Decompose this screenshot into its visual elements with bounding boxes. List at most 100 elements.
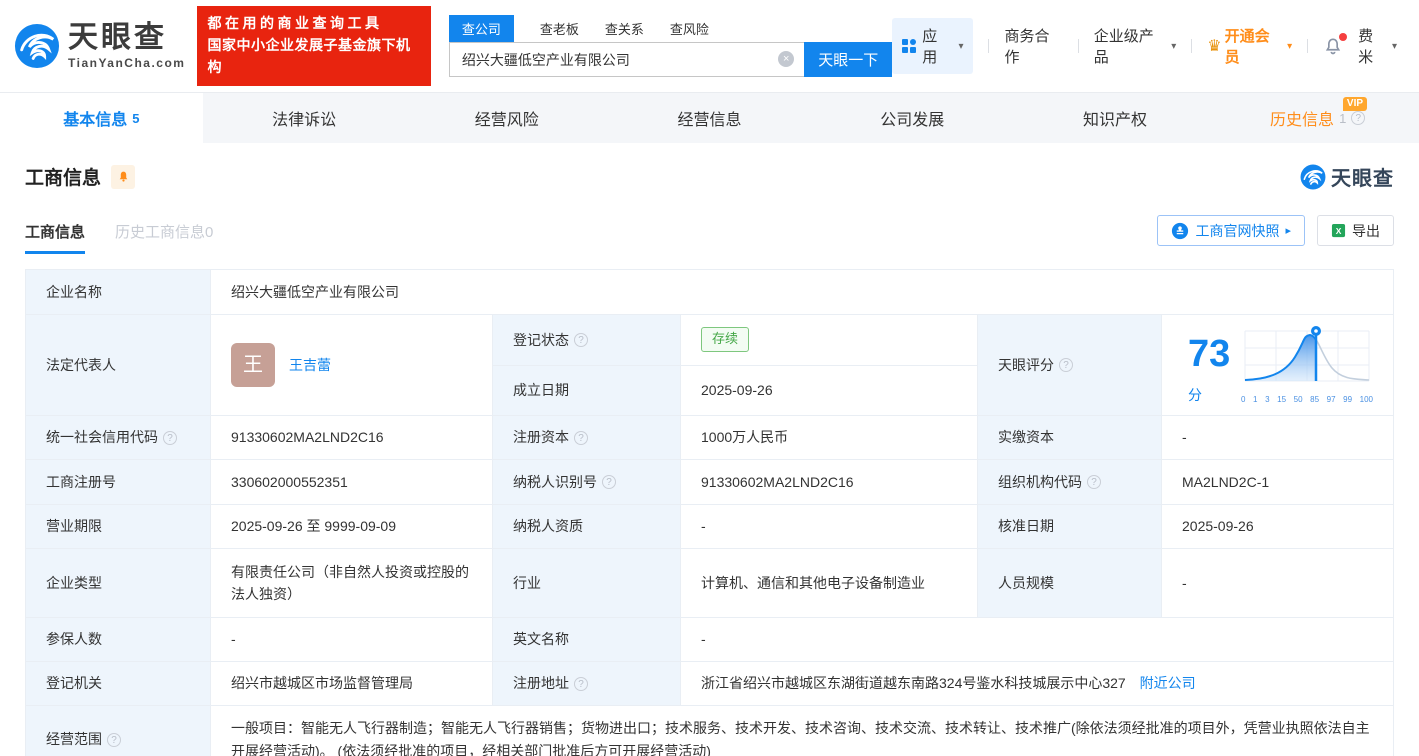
label-text: 登记状态 [513,331,569,348]
tab-label: 基本信息 [63,112,128,129]
help-icon[interactable]: ? [602,475,616,490]
tab-label: 公司发展 [880,112,945,129]
reg-status-value: 存续 [680,314,978,366]
search-button[interactable]: 天眼一下 [804,42,893,77]
tianyancha-logo[interactable]: 天眼查 TianYanCha.com [14,23,185,69]
apps-grid-icon [902,39,917,53]
tab-label: 历史信息 [1270,112,1335,129]
stamp-icon [1172,222,1189,239]
legal-rep-link[interactable]: 王吉蕾 [289,354,331,376]
username: 费米 [1358,28,1374,66]
header-nav: 应用 ▾ 商务合作 企业级产品 ▾ ♛ 开通会员 ▾ 费米 ▾ [892,18,1397,74]
tab-label: 经营风险 [474,112,539,129]
staff-size-value: - [1161,548,1394,619]
help-icon[interactable]: ? [574,332,588,347]
apps-menu[interactable]: 应用 ▾ [892,18,974,74]
apps-label: 应用 [922,28,938,66]
nav-enterprise-label: 企业级产品 [1093,28,1154,66]
official-snapshot-button[interactable]: 工商官网快照 ▸ [1157,215,1305,246]
insured-value: - [210,617,493,663]
tab-history-info[interactable]: VIP 历史信息 1 ? [1216,93,1419,143]
score-distribution-chart: 0 1 3 15 50 85 97 99 100 [1241,323,1373,407]
tianyancha-logo-icon [14,23,60,69]
search-input[interactable] [448,42,805,77]
paid-capital-label: 实缴资本 [977,415,1162,461]
tab-basic-info[interactable]: 基本信息 5 [0,93,203,143]
subtab-row: 工商信息 历史工商信息0 工商官网快照 ▸ X 导出 [25,215,1394,254]
reg-capital-value: 1000万人民币 [680,415,978,461]
tab-intellectual-property[interactable]: 知识产权 [1014,93,1217,143]
arrow-right-icon: ▸ [1285,225,1291,237]
reg-capital-label: 注册资本? [492,415,681,461]
subtab-history-business-info[interactable]: 历史工商信息0 [115,221,213,254]
table-row: 参保人数 - 英文名称 - [25,617,1394,663]
search-tabs: 查公司 查老板 查关系 查风险 [448,15,892,42]
company-tabbar: 基本信息 5 法律诉讼 经营风险 经营信息 公司发展 知识产权 VIP 历史信息… [0,92,1419,143]
score-cell: 73分 0 1 3 15 50 85 97 99 100 [1161,313,1394,417]
table-row: 统一社会信用代码? 91330602MA2LND2C16 注册资本? 1000万… [25,415,1394,461]
notification-dot [1339,33,1348,41]
reg-authority-label: 登记机关 [25,661,211,707]
label-text: 纳税人识别号 [513,473,597,490]
legal-rep-avatar[interactable]: 王 [231,343,275,388]
table-row: 法定代表人 王 王吉蕾 登记状态? 存续 天眼评分? 73分 0 1 3 15 … [25,313,1394,417]
score-value: 73分 [1188,332,1231,404]
search-area: 查公司 查老板 查关系 查风险 × 天眼一下 [448,15,893,77]
search-tab-boss[interactable]: 查老板 [540,15,579,42]
divider [988,39,990,53]
tab-legal-litigation[interactable]: 法律诉讼 [203,93,406,143]
nav-cooperation[interactable]: 商务合作 [1004,25,1062,67]
search-tab-relation[interactable]: 查关系 [605,15,644,42]
user-menu[interactable]: 费米 ▾ [1358,25,1397,67]
logo-brand-text: 天眼查 [68,21,167,54]
help-icon[interactable]: ? [574,430,588,445]
help-icon[interactable]: ? [1087,475,1101,490]
industry-value: 计算机、通信和其他电子设备制造业 [680,548,978,619]
business-term-value: 2025-09-26 至 9999-09-09 [210,504,493,550]
help-icon[interactable]: ? [163,430,177,445]
label-text: 统一社会信用代码 [46,429,158,446]
tab-operating-info[interactable]: 经营信息 [608,93,811,143]
label-text: 注册资本 [513,429,569,446]
score-chart-ticks: 0 1 3 15 50 85 97 99 100 [1241,395,1373,405]
business-scope-label: 经营范围? [25,705,211,756]
search-tab-company[interactable]: 查公司 [448,15,514,42]
tab-label: 知识产权 [1082,112,1147,129]
chevron-down-icon: ▾ [958,40,964,52]
chevron-down-icon: ▾ [1391,40,1397,52]
help-icon[interactable]: ? [107,732,121,747]
tab-company-development[interactable]: 公司发展 [811,93,1014,143]
tab-operating-risk[interactable]: 经营风险 [405,93,608,143]
company-type-value: 有限责任公司（非自然人投资或控股的法人独资） [210,548,493,619]
label-text: 注册地址 [513,675,569,692]
help-icon[interactable]: ? [574,676,588,691]
company-type-label: 企业类型 [25,548,211,619]
export-button[interactable]: X 导出 [1317,215,1394,246]
divider [1077,39,1079,53]
reg-address-value: 浙江省绍兴市越城区东湖街道越东南路324号鉴水科技城展示中心327 附近公司 [680,661,1394,707]
company-name-label: 企业名称 [25,269,211,315]
subtab-business-info[interactable]: 工商信息 [25,221,86,254]
approval-date-value: 2025-09-26 [1161,504,1394,550]
open-vip-button[interactable]: ♛ 开通会员 ▾ [1207,25,1292,67]
page-header: 天眼查 TianYanCha.com 都在用的商业查询工具 国家中小企业发展子基… [0,0,1419,92]
reg-number-label: 工商注册号 [25,459,211,506]
search-tab-risk[interactable]: 查风险 [670,15,709,42]
official-snapshot-label: 工商官网快照 [1195,222,1280,239]
monitor-bell-icon[interactable] [111,164,136,189]
slogan-banner: 都在用的商业查询工具 国家中小企业发展子基金旗下机构 [197,6,431,86]
english-name-label: 英文名称 [492,617,681,663]
help-icon[interactable]: ? [1059,358,1073,373]
vip-badge: VIP [1342,97,1368,111]
nav-enterprise-products[interactable]: 企业级产品 ▾ [1094,25,1177,67]
business-info-table: 企业名称 绍兴大疆低空产业有限公司 法定代表人 王 王吉蕾 登记状态? 存续 天… [25,269,1394,756]
reg-address-label: 注册地址? [492,661,681,707]
section-title: 工商信息 [25,168,102,189]
notifications-bell-icon[interactable] [1323,33,1348,56]
score-label: 天眼评分? [977,313,1162,417]
help-icon[interactable]: ? [1351,111,1366,125]
svg-text:X: X [1336,226,1342,236]
nearby-companies-link[interactable]: 附近公司 [1140,675,1196,691]
org-code-label: 组织机构代码? [977,459,1162,506]
tab-label: 经营信息 [677,112,742,129]
